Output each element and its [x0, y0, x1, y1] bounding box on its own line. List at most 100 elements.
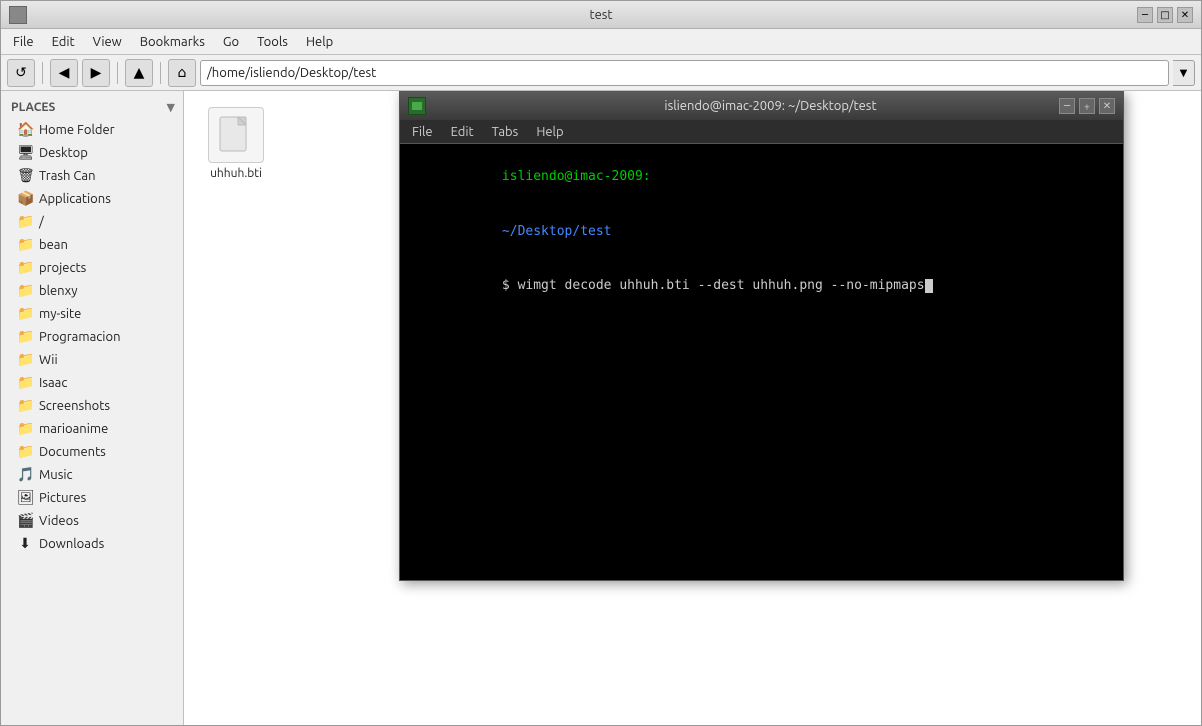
- sidebar-item-pictures[interactable]: 🖼 Pictures: [3, 486, 181, 509]
- location-dropdown[interactable]: ▼: [1173, 60, 1195, 86]
- home-icon: 🏠: [17, 121, 33, 138]
- sidebar-item-projects[interactable]: 📁 projects: [3, 256, 181, 279]
- menu-view[interactable]: View: [85, 33, 130, 51]
- music-icon: 🎵: [17, 466, 33, 483]
- sidebar-item-desktop-label: Desktop: [39, 146, 88, 160]
- terminal-user: isliendo@imac-2009:: [502, 169, 651, 184]
- sidebar-item-desktop[interactable]: 🖥 Desktop: [3, 141, 181, 164]
- videos-icon: 🎬: [17, 512, 33, 529]
- bean-folder-icon: 📁: [17, 236, 33, 253]
- menu-bookmarks[interactable]: Bookmarks: [132, 33, 213, 51]
- terminal-menu-help[interactable]: Help: [528, 123, 571, 141]
- terminal-menubar: File Edit Tabs Help: [400, 120, 1123, 144]
- forward-button[interactable]: ▶: [82, 59, 110, 87]
- reload-button[interactable]: ↺: [7, 59, 35, 87]
- terminal-menu-file[interactable]: File: [404, 123, 441, 141]
- terminal-menu-tabs[interactable]: Tabs: [484, 123, 527, 141]
- sidebar-item-mysite[interactable]: 📁 my-site: [3, 302, 181, 325]
- wii-folder-icon: 📁: [17, 351, 33, 368]
- close-button[interactable]: ✕: [1177, 7, 1193, 23]
- sidebar: Places ▼ 🏠 Home Folder 🖥 Desktop 🗑 Trash…: [1, 91, 184, 725]
- sidebar-item-blenxy[interactable]: 📁 blenxy: [3, 279, 181, 302]
- pictures-icon: 🖼: [17, 489, 33, 506]
- minimize-button[interactable]: ─: [1137, 7, 1153, 23]
- terminal-controls: ─ + ✕: [1059, 98, 1115, 114]
- sidebar-item-marioanime[interactable]: 📁 marioanime: [3, 417, 181, 440]
- downloads-icon: ⬇: [17, 535, 33, 552]
- titlebar-controls: ─ □ ✕: [1137, 7, 1193, 23]
- sidebar-item-marioanime-label: marioanime: [39, 422, 108, 436]
- toolbar-separator-2: [117, 62, 118, 84]
- documents-folder-icon: 📁: [17, 443, 33, 460]
- sidebar-item-videos-label: Videos: [39, 514, 79, 528]
- toolbar-separator-3: [160, 62, 161, 84]
- menu-edit[interactable]: Edit: [44, 33, 83, 51]
- titlebar: test ─ □ ✕: [1, 1, 1201, 29]
- sidebar-item-pictures-label: Pictures: [39, 491, 86, 505]
- sidebar-item-wii-label: Wii: [39, 353, 58, 367]
- sidebar-item-wii[interactable]: 📁 Wii: [3, 348, 181, 371]
- home-button[interactable]: ⌂: [168, 59, 196, 87]
- trash-icon: 🗑: [17, 167, 33, 184]
- terminal-line-2: ~/Desktop/test: [408, 205, 1115, 260]
- terminal-content[interactable]: isliendo@imac-2009: ~/Desktop/test $ wim…: [400, 144, 1123, 580]
- file-name: uhhuh.bti: [210, 167, 262, 180]
- terminal-line-3: $ wimgt decode uhhuh.bti --dest uhhuh.pn…: [408, 259, 1115, 314]
- mysite-folder-icon: 📁: [17, 305, 33, 322]
- menu-file[interactable]: File: [5, 33, 42, 51]
- sidebar-item-isaac[interactable]: 📁 Isaac: [3, 371, 181, 394]
- sidebar-item-blenxy-label: blenxy: [39, 284, 77, 298]
- sidebar-item-documents-label: Documents: [39, 445, 106, 459]
- terminal-minimize-button[interactable]: ─: [1059, 98, 1075, 114]
- window-title: test: [589, 8, 612, 22]
- sidebar-toggle[interactable]: ▼: [167, 101, 175, 114]
- sidebar-item-downloads[interactable]: ⬇ Downloads: [3, 532, 181, 555]
- blenxy-folder-icon: 📁: [17, 282, 33, 299]
- sidebar-item-trash-label: Trash Can: [39, 169, 96, 183]
- sidebar-item-applications-label: Applications: [39, 192, 111, 206]
- window-icon: [9, 6, 27, 24]
- location-bar[interactable]: /home/isliendo/Desktop/test: [200, 60, 1169, 86]
- screenshots-folder-icon: 📁: [17, 397, 33, 414]
- sidebar-item-downloads-label: Downloads: [39, 537, 104, 551]
- up-button[interactable]: ▲: [125, 59, 153, 87]
- list-item[interactable]: uhhuh.bti: [196, 103, 276, 184]
- root-folder-icon: 📁: [17, 213, 33, 230]
- projects-folder-icon: 📁: [17, 259, 33, 276]
- terminal-cursor: [925, 279, 933, 293]
- menu-help[interactable]: Help: [298, 33, 341, 51]
- sidebar-item-home[interactable]: 🏠 Home Folder: [3, 118, 181, 141]
- toolbar-separator: [42, 62, 43, 84]
- terminal-command: $ wimgt decode uhhuh.bti --dest uhhuh.pn…: [502, 278, 925, 293]
- menu-tools[interactable]: Tools: [249, 33, 296, 51]
- sidebar-item-programacion[interactable]: 📁 Programacion: [3, 325, 181, 348]
- sidebar-item-root[interactable]: 📁 /: [3, 210, 181, 233]
- terminal-window: isliendo@imac-2009: ~/Desktop/test ─ + ✕…: [399, 91, 1124, 581]
- sidebar-item-music-label: Music: [39, 468, 73, 482]
- sidebar-item-documents[interactable]: 📁 Documents: [3, 440, 181, 463]
- programacion-folder-icon: 📁: [17, 328, 33, 345]
- sidebar-item-bean[interactable]: 📁 bean: [3, 233, 181, 256]
- back-button[interactable]: ◀: [50, 59, 78, 87]
- terminal-maximize-button[interactable]: +: [1079, 98, 1095, 114]
- sidebar-header-label: Places: [11, 101, 55, 114]
- terminal-menu-edit[interactable]: Edit: [443, 123, 482, 141]
- maximize-button[interactable]: □: [1157, 7, 1173, 23]
- terminal-close-button[interactable]: ✕: [1099, 98, 1115, 114]
- sidebar-item-isaac-label: Isaac: [39, 376, 67, 390]
- sidebar-item-trash[interactable]: 🗑 Trash Can: [3, 164, 181, 187]
- sidebar-item-bean-label: bean: [39, 238, 68, 252]
- sidebar-item-screenshots[interactable]: 📁 Screenshots: [3, 394, 181, 417]
- sidebar-item-music[interactable]: 🎵 Music: [3, 463, 181, 486]
- sidebar-item-mysite-label: my-site: [39, 307, 81, 321]
- sidebar-item-videos[interactable]: 🎬 Videos: [3, 509, 181, 532]
- sidebar-item-root-label: /: [39, 215, 44, 229]
- menu-go[interactable]: Go: [215, 33, 247, 51]
- isaac-folder-icon: 📁: [17, 374, 33, 391]
- sidebar-item-applications[interactable]: 📦 Applications: [3, 187, 181, 210]
- applications-icon: 📦: [17, 190, 33, 207]
- file-area: uhhuh.bti isliendo@imac-2009: ~/Desktop/…: [184, 91, 1201, 725]
- marioanime-folder-icon: 📁: [17, 420, 33, 437]
- desktop-icon: 🖥: [17, 144, 33, 161]
- main-area: Places ▼ 🏠 Home Folder 🖥 Desktop 🗑 Trash…: [1, 91, 1201, 725]
